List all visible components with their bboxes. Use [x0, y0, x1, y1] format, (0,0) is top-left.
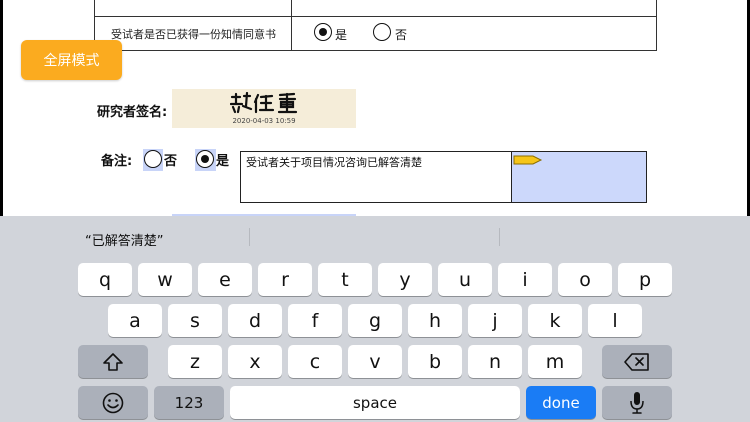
numbers-key[interactable]: 123 [154, 386, 224, 419]
key-e[interactable]: e [198, 263, 252, 296]
note-yes-label: 是 [216, 154, 230, 169]
key-z[interactable]: z [168, 345, 222, 378]
key-i[interactable]: i [498, 263, 552, 296]
done-key[interactable]: done [526, 386, 596, 419]
consent-no-radio[interactable] [373, 23, 391, 41]
key-n[interactable]: n [468, 345, 522, 378]
prediction-divider [249, 228, 250, 246]
key-o[interactable]: o [558, 263, 612, 296]
shift-key[interactable] [78, 345, 148, 378]
note-text-value: 受试者关于项目情况咨询已解答清楚 [246, 156, 422, 169]
consent-question-label: 受试者是否已获得一份知情同意书 [111, 28, 276, 41]
onscreen-keyboard: “已解答清楚” q w e r t y u i o p a s d f g h … [0, 216, 750, 422]
fullscreen-mode-button[interactable]: 全屏模式 [21, 40, 122, 80]
key-b[interactable]: b [408, 345, 462, 378]
key-p[interactable]: p [618, 263, 672, 296]
microphone-icon [630, 391, 644, 414]
signature-label: 研究者签名: [97, 105, 168, 120]
annotation-pin-icon[interactable] [513, 154, 543, 166]
key-g[interactable]: g [348, 304, 402, 337]
signature-image[interactable]: 2020-04-03 10:59 [172, 89, 356, 128]
emoji-key[interactable] [78, 386, 148, 419]
consent-yes-label: 是 [335, 28, 348, 42]
prediction-divider [499, 228, 500, 246]
key-h[interactable]: h [408, 304, 462, 337]
note-annotation-area[interactable] [512, 151, 647, 203]
key-x[interactable]: x [228, 345, 282, 378]
key-t[interactable]: t [318, 263, 372, 296]
key-k[interactable]: k [528, 304, 582, 337]
note-label: 备注: [101, 154, 133, 169]
predictive-text-bar: “已解答清楚” [0, 216, 750, 260]
shift-icon [103, 352, 123, 371]
key-l[interactable]: l [588, 304, 642, 337]
document-page: 受试者是否已获得一份知情同意书 是 否 研究者签名: 2020-04-03 10… [3, 0, 747, 216]
key-m[interactable]: m [528, 345, 582, 378]
key-s[interactable]: s [168, 304, 222, 337]
microphone-key[interactable] [602, 386, 672, 419]
emoji-icon [102, 392, 124, 413]
key-w[interactable]: w [138, 263, 192, 296]
note-no-label: 否 [164, 154, 178, 169]
consent-table: 受试者是否已获得一份知情同意书 是 否 [94, 0, 657, 51]
note-no-radio[interactable] [144, 150, 162, 168]
key-y[interactable]: y [378, 263, 432, 296]
key-f[interactable]: f [288, 304, 342, 337]
delete-key[interactable] [602, 345, 672, 378]
key-a[interactable]: a [108, 304, 162, 337]
key-r[interactable]: r [258, 263, 312, 296]
key-u[interactable]: u [438, 263, 492, 296]
key-c[interactable]: c [288, 345, 342, 378]
table-row-top [95, 0, 656, 17]
note-text-field[interactable]: 受试者关于项目情况咨询已解答清楚 [240, 151, 512, 203]
space-key[interactable]: space [230, 386, 520, 419]
handwritten-signature [230, 92, 298, 114]
consent-yes-radio[interactable] [314, 23, 332, 41]
prediction-suggestion[interactable]: “已解答清楚” [85, 230, 163, 249]
table-column-divider [291, 0, 292, 50]
backspace-icon [624, 352, 649, 371]
key-v[interactable]: v [348, 345, 402, 378]
key-q[interactable]: q [78, 263, 132, 296]
signature-timestamp: 2020-04-03 10:59 [232, 117, 296, 125]
key-j[interactable]: j [468, 304, 522, 337]
note-yes-radio[interactable] [196, 150, 214, 168]
consent-no-label: 否 [395, 28, 408, 42]
key-d[interactable]: d [228, 304, 282, 337]
